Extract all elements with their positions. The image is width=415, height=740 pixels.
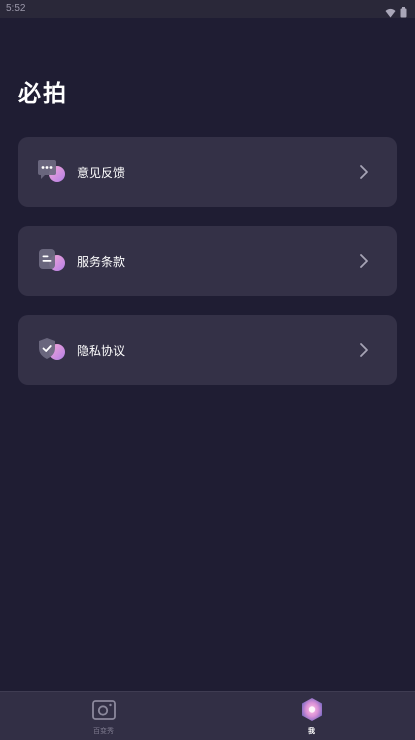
chevron-right-icon	[359, 342, 369, 358]
terms-document-icon	[36, 248, 66, 276]
menu-item-feedback[interactable]: 意见反馈	[18, 137, 397, 207]
chevron-right-icon	[359, 164, 369, 180]
camera-icon	[91, 699, 117, 725]
menu-item-label: 意见反馈	[77, 166, 126, 180]
privacy-shield-icon	[36, 337, 66, 365]
tab-label: 我	[308, 727, 315, 735]
menu-item-privacy[interactable]: 隐私协议	[18, 315, 397, 385]
menu-item-terms[interactable]: 服务条款	[18, 226, 397, 296]
status-time: 5:52	[6, 3, 26, 14]
wifi-icon	[385, 3, 396, 22]
app-logo: 必拍	[18, 81, 68, 107]
bottom-tab-bar: 百变秀 我	[0, 691, 415, 740]
tab-label: 百变秀	[93, 727, 114, 735]
menu-item-label: 隐私协议	[77, 344, 126, 358]
tab-me[interactable]: 我	[208, 692, 415, 740]
chevron-right-icon	[359, 253, 369, 269]
tab-baibianxiu[interactable]: 百变秀	[0, 692, 207, 740]
profile-orb-icon	[299, 697, 325, 727]
feedback-chat-icon	[36, 159, 66, 187]
status-bar: 5:52	[0, 0, 415, 18]
battery-icon	[400, 3, 407, 22]
menu-item-label: 服务条款	[77, 255, 126, 269]
status-icons	[385, 3, 407, 22]
